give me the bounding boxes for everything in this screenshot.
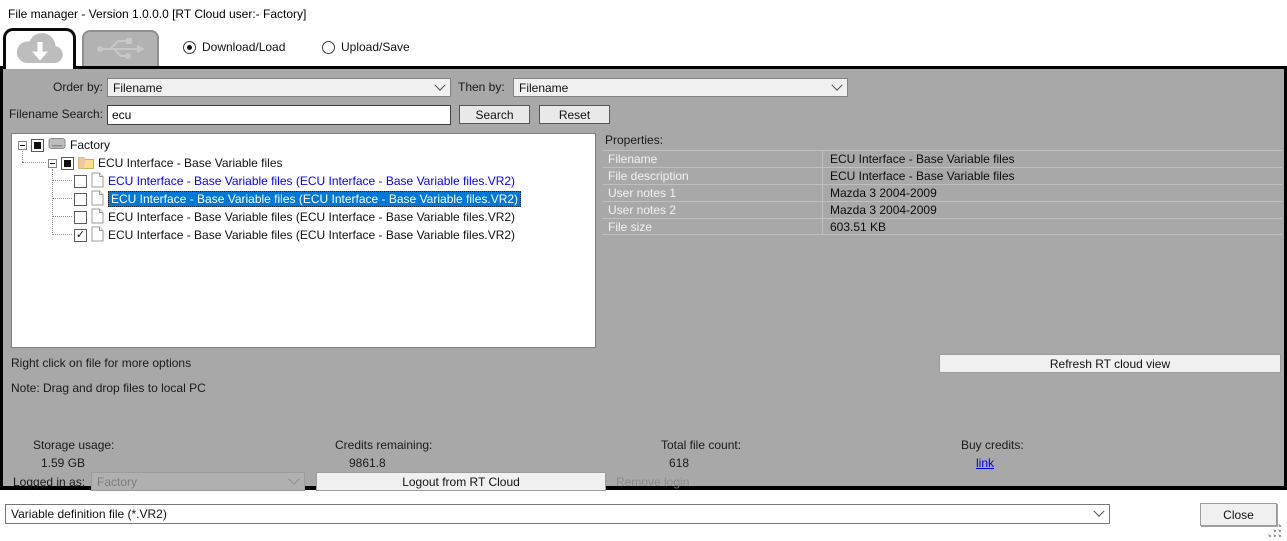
tree-file-label[interactable]: ECU Interface - Base Variable files (ECU… (108, 174, 515, 188)
collapse-icon[interactable] (18, 141, 27, 150)
checkbox-indeterminate[interactable] (61, 157, 74, 170)
logged-in-value: Factory (97, 475, 137, 489)
file-manager-window: File manager - Version 1.0.0.0 [RT Cloud… (0, 0, 1287, 541)
radio-download-label: Download/Load (202, 40, 285, 54)
storage-usage-value: 1.59 GB (41, 456, 85, 470)
property-row: Filename ECU Interface - Base Variable f… (603, 150, 1282, 167)
tree-file-label-selected[interactable]: ECU Interface - Base Variable files (ECU… (108, 191, 521, 207)
tab-cloud-download[interactable] (3, 28, 76, 69)
total-file-count-value: 618 (669, 456, 689, 470)
property-value: Mazda 3 2004-2009 (823, 203, 937, 217)
tree-file-row[interactable]: ECU Interface - Base Variable files (ECU… (74, 172, 515, 190)
file-tree[interactable]: Factory ECU Interface - Base Variable fi… (11, 133, 596, 348)
tree-file-row[interactable]: ECU Interface - Base Variable files (ECU… (74, 190, 521, 208)
chevron-down-icon (831, 79, 842, 90)
chevron-down-icon (1093, 506, 1104, 517)
order-by-label: Order by: (3, 80, 103, 94)
radio-unselected-icon[interactable] (322, 41, 335, 54)
radio-upload-save[interactable]: Upload/Save (322, 40, 410, 54)
total-file-count-label: Total file count: (661, 438, 741, 452)
radio-selected-icon[interactable] (183, 41, 196, 54)
main-panel: Order by: Filename Then by: Filename Fil… (0, 66, 1287, 490)
tree-connector (52, 216, 72, 217)
property-label: File description (603, 168, 823, 184)
tree-folder-label[interactable]: ECU Interface - Base Variable files (98, 156, 283, 170)
file-type-value: Variable definition file (*.VR2) (11, 507, 167, 521)
checkbox-unchecked[interactable] (74, 193, 87, 206)
filename-search-input[interactable] (107, 105, 451, 125)
property-label: File size (603, 219, 823, 234)
property-value: 603.51 KB (823, 220, 886, 234)
property-value: Mazda 3 2004-2009 (823, 186, 937, 200)
order-by-value: Filename (113, 81, 162, 95)
property-row: File size 603.51 KB (603, 218, 1282, 235)
window-title: File manager - Version 1.0.0.0 [RT Cloud… (8, 7, 306, 21)
then-by-value: Filename (519, 81, 568, 95)
usb-icon (95, 35, 147, 64)
file-icon (91, 226, 104, 245)
buy-credits-link[interactable]: link (976, 456, 994, 470)
property-label: User notes 2 (603, 202, 823, 218)
checkbox-unchecked[interactable] (74, 175, 87, 188)
search-button[interactable]: Search (459, 105, 530, 124)
property-value: ECU Interface - Base Variable files (823, 152, 1015, 166)
file-icon (91, 208, 104, 227)
property-row: File description ECU Interface - Base Va… (603, 167, 1282, 184)
radio-download-load[interactable]: Download/Load (183, 40, 285, 54)
buy-credits-label: Buy credits: (961, 438, 1024, 452)
property-value: ECU Interface - Base Variable files (823, 169, 1015, 183)
tree-connector (52, 169, 53, 235)
property-label: Filename (603, 151, 823, 167)
tree-connector (22, 162, 46, 163)
storage-usage-label: Storage usage: (33, 438, 114, 452)
logout-button[interactable]: Logout from RT Cloud (316, 472, 606, 491)
credits-remaining-label: Credits remaining: (335, 438, 432, 452)
tree-connector (52, 180, 72, 181)
tree-folder-row[interactable]: ECU Interface - Base Variable files (48, 154, 283, 172)
radio-upload-label: Upload/Save (341, 40, 410, 54)
filename-search-label: Filename Search: (3, 107, 103, 121)
check-icon: ✓ (76, 230, 85, 241)
remove-login-link[interactable]: Remove login (616, 475, 689, 489)
refresh-cloud-button[interactable]: Refresh RT cloud view (939, 354, 1281, 373)
property-row: User notes 1 Mazda 3 2004-2009 (603, 184, 1282, 201)
checkbox-indeterminate[interactable] (31, 139, 44, 152)
tree-root-label[interactable]: Factory (70, 138, 110, 152)
checkbox-checked[interactable]: ✓ (74, 229, 87, 242)
chevron-down-icon (434, 79, 445, 90)
then-by-label: Then by: (458, 80, 505, 94)
folder-icon (78, 155, 94, 172)
order-by-select[interactable]: Filename (107, 78, 451, 97)
properties-table: Filename ECU Interface - Base Variable f… (603, 150, 1282, 235)
close-button[interactable]: Close (1200, 503, 1277, 526)
right-click-hint: Right click on file for more options (11, 356, 191, 370)
tree-connector (52, 234, 72, 235)
file-type-select[interactable]: Variable definition file (*.VR2) (5, 504, 1110, 524)
properties-title: Properties: (605, 133, 663, 147)
tree-root-row[interactable]: Factory (18, 136, 110, 154)
tree-file-label[interactable]: ECU Interface - Base Variable files (ECU… (108, 210, 515, 224)
resize-grip[interactable] (1269, 525, 1283, 539)
then-by-select[interactable]: Filename (513, 78, 848, 97)
tree-file-row[interactable]: ECU Interface - Base Variable files (ECU… (74, 208, 515, 226)
file-icon (91, 190, 104, 209)
drive-icon (48, 137, 66, 153)
reset-button[interactable]: Reset (539, 105, 610, 124)
tab-usb-disabled[interactable] (82, 30, 159, 66)
checkbox-unchecked[interactable] (74, 211, 87, 224)
drag-drop-note: Note: Drag and drop files to local PC (11, 381, 206, 395)
collapse-icon[interactable] (48, 159, 57, 168)
property-label: User notes 1 (603, 185, 823, 201)
chevron-down-icon (288, 473, 299, 484)
tree-file-label[interactable]: ECU Interface - Base Variable files (ECU… (108, 228, 515, 242)
credits-remaining-value: 9861.8 (349, 456, 386, 470)
logged-in-as-label: Logged in as: (13, 475, 85, 489)
tree-file-row[interactable]: ✓ ECU Interface - Base Variable files (E… (74, 226, 515, 244)
cloud-download-icon (14, 33, 66, 68)
property-row: User notes 2 Mazda 3 2004-2009 (603, 201, 1282, 218)
logged-in-select-disabled: Factory (91, 472, 305, 491)
file-icon (91, 172, 104, 191)
tree-connector (52, 198, 72, 199)
